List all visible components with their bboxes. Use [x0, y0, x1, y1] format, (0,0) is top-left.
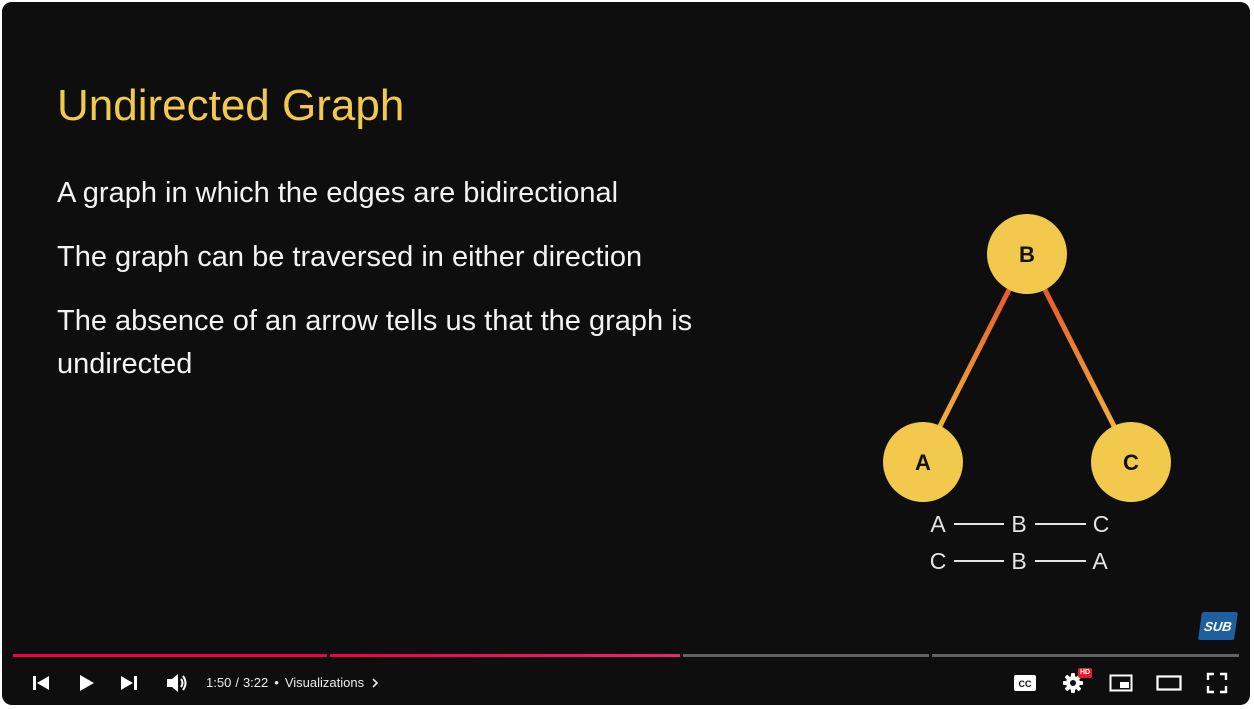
skip-next-icon [121, 675, 137, 690]
video-player[interactable]: Undirected Graph A graph in which the ed… [2, 2, 1250, 705]
slide-bullet-2: The graph can be traversed in either dir… [57, 241, 643, 273]
path-2-node-2: B [1011, 548, 1026, 574]
edge-b-a [935, 277, 1017, 433]
settings-button[interactable] [1054, 660, 1092, 705]
hd-badge: HD [1078, 668, 1093, 678]
path-2-node-1: C [930, 548, 947, 574]
current-time: 1:50 [206, 675, 232, 690]
slide-title: Undirected Graph [57, 81, 405, 130]
chapter-segment-2[interactable] [330, 654, 680, 657]
chapter-dot: • [274, 675, 279, 690]
control-bar: 1:50 / 3:22 • Visualizations CC [2, 660, 1250, 705]
node-b-label: B [1019, 242, 1035, 267]
skip-previous-icon [33, 675, 49, 690]
node-a-label: A [915, 450, 931, 475]
slide-bullet-1: A graph in which the edges are bidirecti… [57, 177, 619, 209]
path-row-1: A B C [930, 511, 1109, 537]
watermark-label: SUB [1203, 618, 1233, 634]
play-icon [80, 674, 94, 691]
chapter-segment-4[interactable] [932, 654, 1239, 657]
path-1-node-3: C [1093, 511, 1110, 537]
node-c: C [1091, 422, 1171, 502]
chapter-title-button[interactable]: Visualizations [285, 675, 381, 690]
mute-button[interactable] [158, 660, 196, 705]
chevron-right-icon [372, 677, 379, 688]
path-row-2: C B A [930, 548, 1109, 574]
video-frame[interactable]: Undirected Graph A graph in which the ed… [2, 2, 1250, 652]
chapter-segment-3[interactable] [683, 654, 929, 657]
miniplayer-button[interactable] [1102, 660, 1140, 705]
path-2-node-3: A [1092, 548, 1108, 574]
path-1-node-1: A [930, 511, 946, 537]
miniplayer-icon [1109, 674, 1133, 691]
fullscreen-button[interactable] [1198, 660, 1236, 705]
edge-b-c [1037, 277, 1119, 433]
volume-icon [167, 673, 187, 692]
duration: 3:22 [242, 675, 269, 690]
node-a: A [883, 422, 963, 502]
time-display: 1:50 / 3:22 • Visualizations [206, 660, 381, 705]
node-c-label: C [1123, 450, 1139, 475]
captions-button[interactable]: CC [1006, 660, 1044, 705]
theater-mode-button[interactable] [1150, 660, 1188, 705]
fullscreen-icon [1206, 672, 1228, 693]
chapter-1-played [13, 654, 327, 657]
progress-bar[interactable] [13, 654, 1239, 657]
node-b: B [987, 214, 1067, 294]
previous-button[interactable] [24, 660, 58, 705]
play-button[interactable] [68, 660, 104, 705]
slide-bullet-3: The absence of an arrow tells us that th… [57, 305, 693, 380]
chapter-segment-1[interactable] [13, 654, 327, 657]
chapter-2-played [330, 654, 680, 657]
closed-captions-icon: CC [1014, 674, 1036, 691]
time-separator: / [235, 675, 239, 690]
svg-text:CC: CC [1019, 679, 1032, 689]
theater-mode-icon [1156, 674, 1182, 691]
graph-diagram: B A C A B C C B A [883, 214, 1171, 574]
path-1-node-2: B [1011, 511, 1026, 537]
channel-watermark[interactable]: SUB [1198, 612, 1238, 640]
chapter-title: Visualizations [284, 675, 365, 690]
next-button[interactable] [112, 660, 146, 705]
